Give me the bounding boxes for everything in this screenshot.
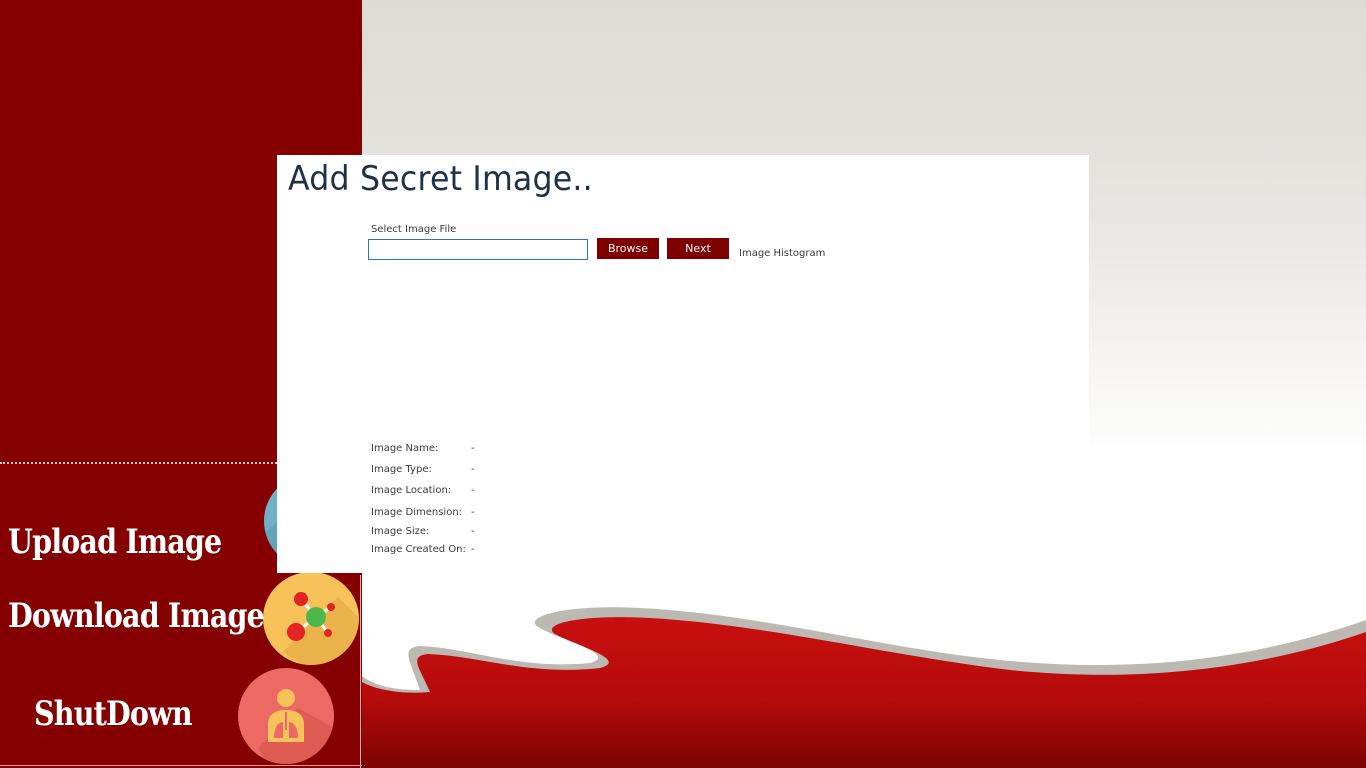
image-size-label: Image Size: <box>371 526 430 537</box>
browse-button[interactable]: Browse <box>597 238 659 259</box>
sidebar-divider <box>0 462 277 464</box>
image-histogram-label: Image Histogram <box>739 248 826 259</box>
image-type-label: Image Type: <box>371 464 432 475</box>
select-file-label: Select Image File <box>371 224 457 235</box>
nav-shutdown[interactable]: ShutDown <box>34 694 193 734</box>
sidebar-edge-line <box>360 575 361 768</box>
page-title: Add Secret Image.. <box>288 159 593 199</box>
file-path-input[interactable] <box>368 239 588 260</box>
app-window: Upload Image Download Image ShutDown Add… <box>0 0 1366 768</box>
image-created-value: - <box>471 544 475 555</box>
image-size-value: - <box>471 526 475 537</box>
nav-download-image[interactable]: Download Image <box>8 596 265 636</box>
molecule-icon[interactable] <box>263 572 359 665</box>
nav-upload-image[interactable]: Upload Image <box>8 522 222 562</box>
add-secret-image-panel: Add Secret Image.. Select Image File Bro… <box>277 155 1089 573</box>
image-name-label: Image Name: <box>371 443 439 454</box>
image-type-value: - <box>471 464 475 475</box>
image-dimension-label: Image Dimension: <box>371 507 463 518</box>
image-name-value: - <box>471 443 475 454</box>
image-location-label: Image Location: <box>371 485 452 496</box>
image-dimension-value: - <box>471 507 475 518</box>
image-created-label: Image Created On: <box>371 544 466 555</box>
person-lungs-icon[interactable] <box>238 668 334 764</box>
image-location-value: - <box>471 485 475 496</box>
sidebar-bottom-line <box>0 765 362 766</box>
next-button[interactable]: Next <box>667 238 729 259</box>
